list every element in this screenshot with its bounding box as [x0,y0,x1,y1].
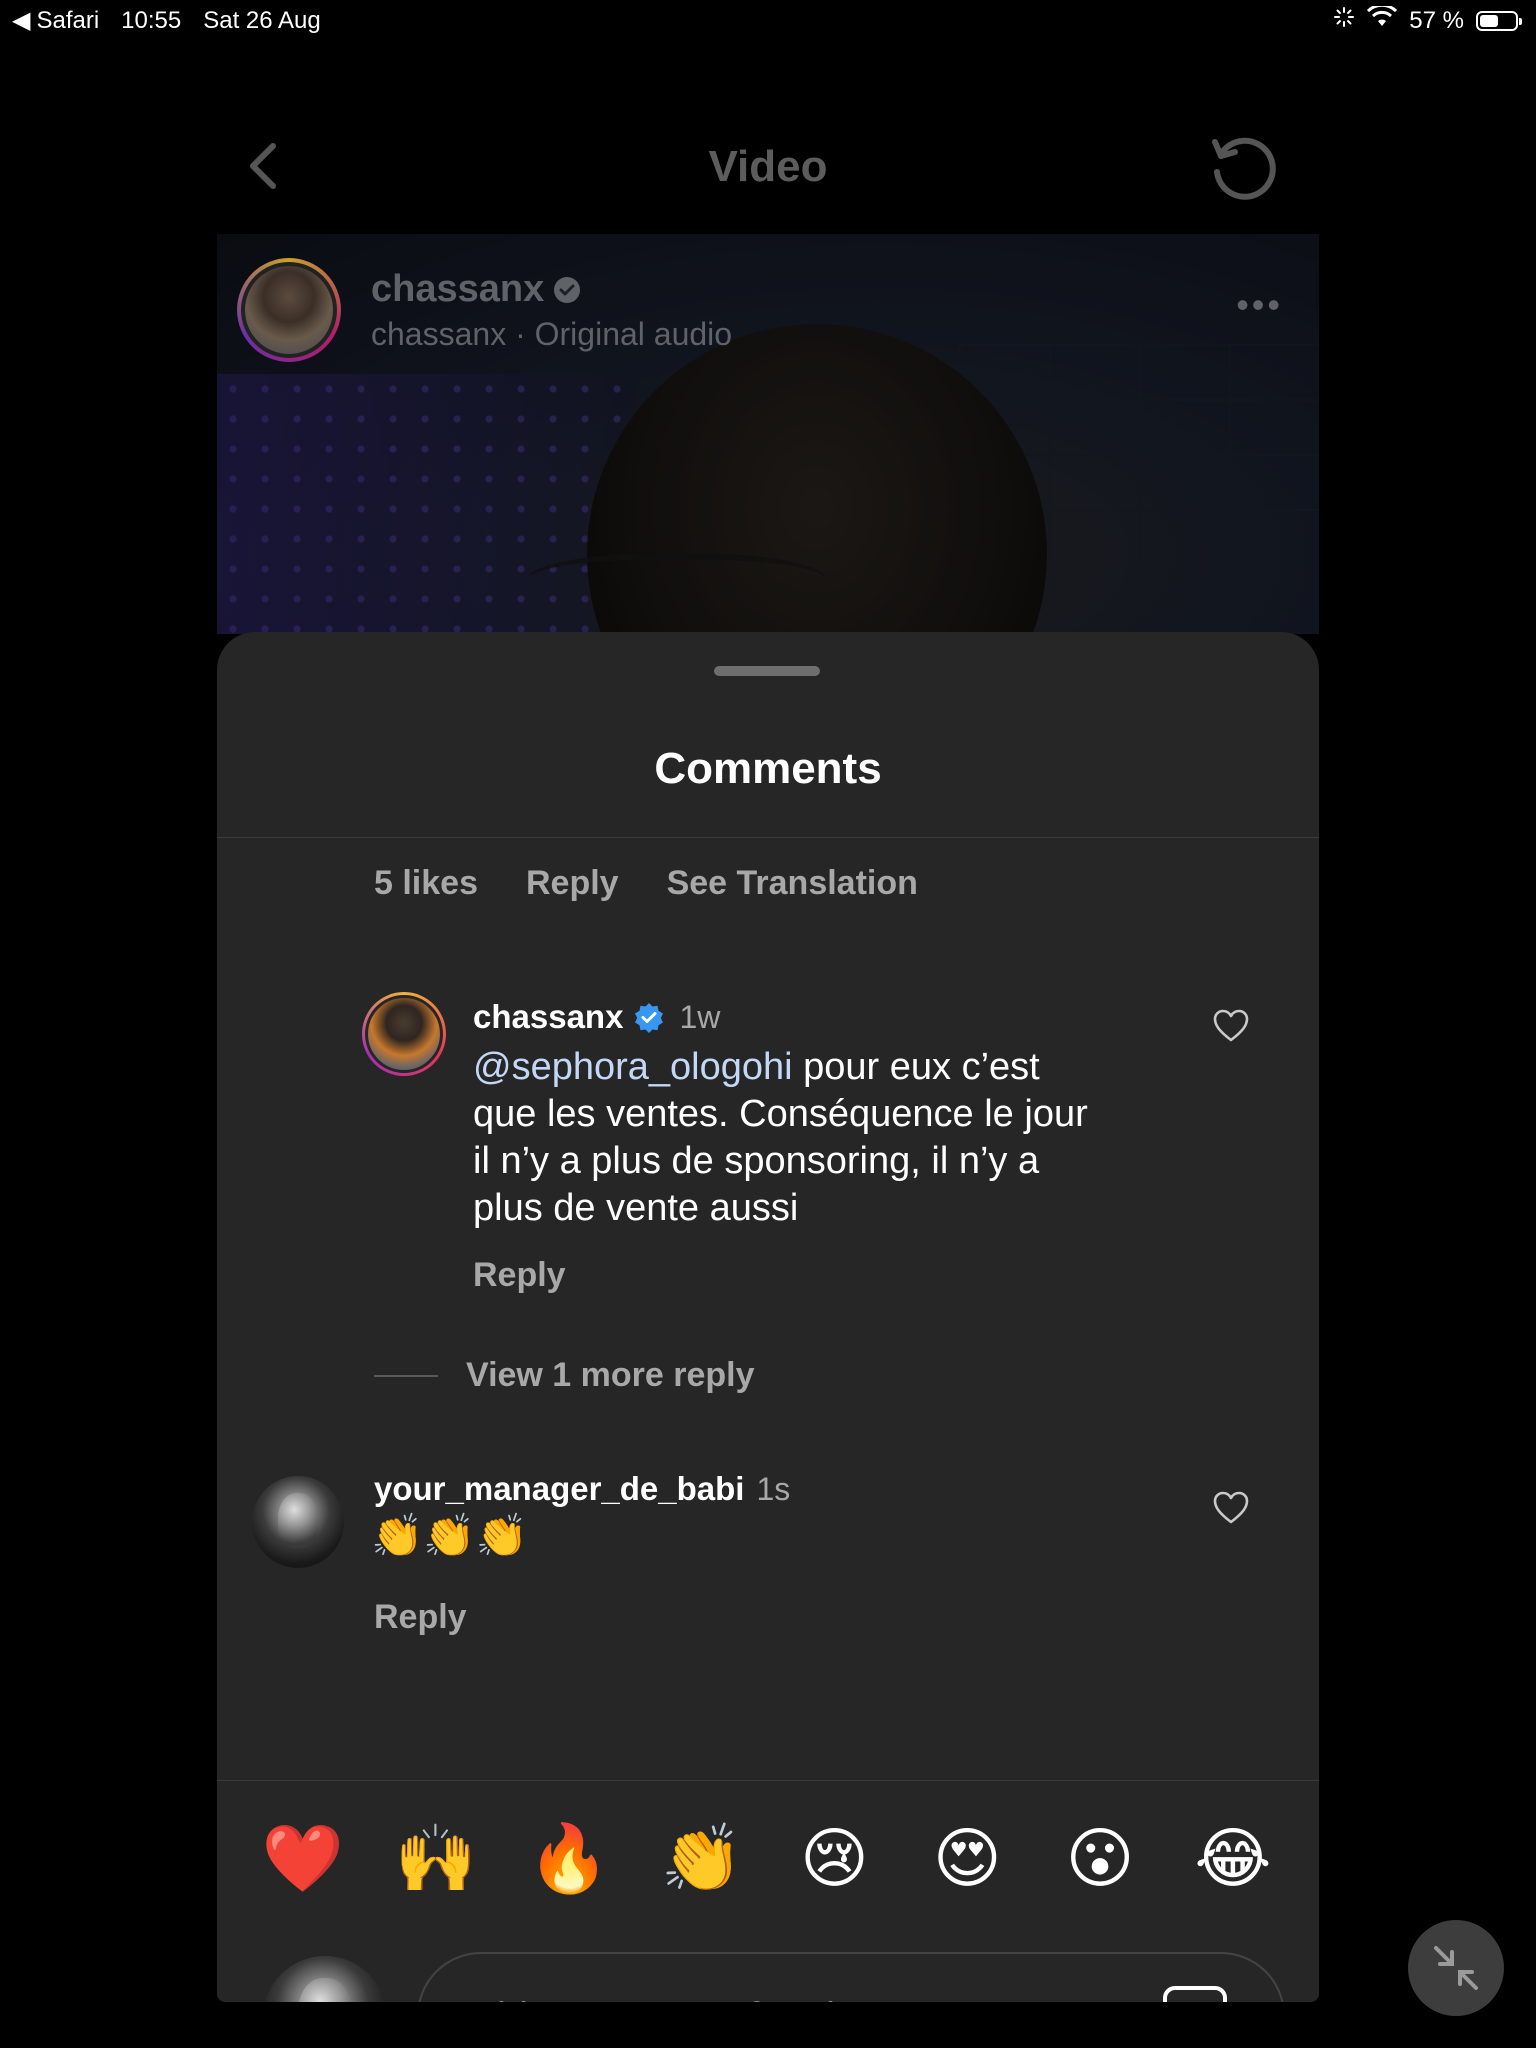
comment-timestamp: 1s [756,1471,791,1507]
comment-reply-button[interactable]: Reply [374,1598,467,1637]
reply-link[interactable]: Reply [526,864,619,903]
refresh-button[interactable] [1207,132,1279,204]
emoji-laughing[interactable]: 😂 [1183,1820,1283,1898]
minimize-button[interactable] [1408,1920,1504,2016]
reply-timestamp: 1w [679,998,721,1035]
comment-composer: GIF [417,1952,1285,2002]
back-triangle-icon: ◀ [12,7,31,34]
video-author-username[interactable]: chassanx [371,268,582,311]
video-author-name: chassanx [371,268,545,310]
comment-text: 👏👏👏 [371,1512,528,1559]
emoji-raising-hands[interactable]: 🙌 [386,1820,486,1898]
view-more-replies[interactable]: View 1 more reply [374,1356,755,1395]
emoji-crying[interactable]: 😢 [784,1820,884,1898]
view-more-line [374,1374,438,1377]
verified-badge-icon [635,1003,664,1033]
minimize-arrows-icon [1434,1946,1478,1990]
wifi-icon [1367,3,1398,35]
video-author-avatar[interactable] [237,258,341,362]
top-bar: Video [217,100,1319,234]
back-to-safari[interactable]: ◀ Safari [12,6,99,35]
sheet-drag-handle[interactable] [714,666,820,676]
video-audio-label[interactable]: chassanx · Original audio [371,316,732,353]
emoji-heart[interactable]: ❤️ [253,1820,353,1898]
emoji-clap[interactable]: 👏 [652,1820,752,1898]
gif-button[interactable]: GIF [1163,1986,1227,2002]
current-user-avatar [263,1956,387,2002]
comment-author-username[interactable]: your_manager_de_babi [374,1470,744,1508]
emoji-heart-eyes[interactable]: 😍 [917,1820,1017,1898]
more-dots-icon[interactable]: ••• [1236,284,1283,326]
header-divider [217,837,1319,838]
reply-comment-text: @sephora_ologohi pour eux c’est que les … [473,1044,1113,1232]
reply-author-line: chassanx 1w [473,998,720,1036]
activity-icon [1333,6,1355,35]
status-time: 10:55 [121,6,182,34]
see-translation-link[interactable]: See Translation [667,864,918,903]
comment-author-avatar[interactable] [252,1476,344,1568]
previous-comment-actions: 5 likes Reply See Translation [374,864,918,903]
reply-author-avatar[interactable] [362,992,446,1076]
composer-divider [217,1780,1319,1781]
battery-icon [1476,10,1522,31]
verified-badge-icon [554,276,581,303]
page-title: Video [708,142,828,191]
likes-count-link[interactable]: 5 likes [374,864,478,903]
emoji-surprised[interactable]: 😮 [1050,1820,1150,1898]
app-panel: Video chassanx chassanx · Original audio… [217,100,1319,2002]
view-more-label: View 1 more reply [466,1356,755,1394]
status-date: Sat 26 Aug [203,6,321,34]
heart-icon[interactable] [1211,1488,1251,1528]
mention-link[interactable]: @sephora_ologohi [473,1046,793,1088]
reply-button[interactable]: Reply [473,1256,566,1295]
quick-emoji-bar: ❤️ 🙌 🔥 👏 😢 😍 😮 😂 [253,1820,1283,1898]
video-player[interactable]: chassanx chassanx · Original audio ••• [217,234,1319,634]
emoji-fire[interactable]: 🔥 [519,1820,619,1898]
comments-title: Comments [654,744,882,793]
comment-input[interactable] [455,1984,1139,2002]
back-app-label: Safari [36,6,100,34]
battery-percent: 57 % [1409,6,1464,34]
status-bar: ◀ Safari 10:55 Sat 26 Aug 57 % [0,0,1536,40]
comment-author-line: your_manager_de_babi 1s [374,1470,790,1508]
reply-author-username[interactable]: chassanx [473,998,623,1036]
comments-sheet: Comments 5 likes Reply See Translation c… [217,632,1319,2002]
refresh-icon [1212,137,1276,200]
heart-icon[interactable] [1211,1006,1251,1046]
